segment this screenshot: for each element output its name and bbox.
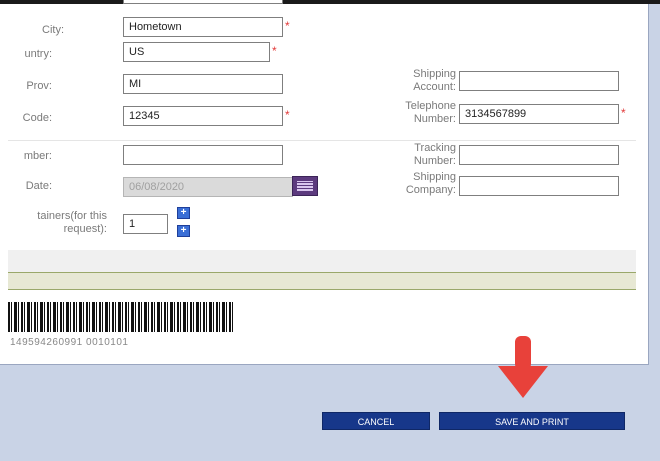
shipping-account-input[interactable] [459, 71, 619, 91]
telephone-label-line2: Number: [413, 113, 456, 125]
plus-icon-2[interactable]: + [177, 225, 190, 237]
shipping-company-label-line2: Company: [405, 184, 456, 196]
prov-label: Prov: [26, 80, 52, 92]
containers-input[interactable]: 1 [123, 214, 168, 234]
shipping-company-input[interactable] [459, 176, 619, 196]
plus-icon[interactable]: + [177, 207, 190, 219]
city-label: City: [42, 24, 64, 36]
postal-code-input[interactable]: 12345 [123, 106, 283, 126]
number-label: mber: [23, 150, 52, 162]
shipping-company-label-line1: Shipping [413, 171, 456, 183]
date-input: 06/08/2020 [123, 177, 293, 197]
tracking-label-line1: Tracking [414, 142, 456, 154]
containers-label-line1: tainers(for this [37, 210, 107, 222]
containers-label: tainers(for this request): [0, 210, 107, 236]
section-header-bar [8, 272, 636, 290]
country-label: untry: [24, 48, 52, 60]
barcode-image [8, 302, 234, 332]
city-input[interactable]: Hometown [123, 17, 283, 37]
prov-select[interactable]: MI [123, 74, 283, 94]
country-required-mark: * [272, 44, 277, 58]
shipping-company-label: Shipping Company: [370, 171, 456, 197]
save-and-print-button[interactable]: SAVE AND PRINT [439, 412, 625, 430]
form-panel: City: Hometown * untry: US * Prov: MI Co… [0, 0, 649, 365]
code-required-mark: * [285, 108, 290, 122]
tracking-number-input[interactable] [459, 145, 619, 165]
date-label: Date: [25, 180, 52, 192]
telephone-label: Telephone Number: [370, 100, 456, 126]
telephone-input[interactable]: 3134567899 [459, 104, 619, 124]
shipping-account-label: Shipping Account: [370, 68, 456, 94]
country-input[interactable]: US [123, 42, 270, 62]
barcode-text: 149594260991 0010101 [10, 337, 129, 348]
arrow-down-icon [498, 336, 548, 398]
calendar-icon[interactable] [292, 176, 318, 196]
containers-label-line2: request): [63, 223, 107, 235]
telephone-required-mark: * [621, 106, 626, 120]
number-input[interactable] [123, 145, 283, 165]
shipping-account-label-line1: Shipping [413, 68, 456, 80]
tracking-label-line2: Number: [413, 155, 456, 167]
partial-top-input[interactable] [123, 0, 283, 4]
section-band [8, 250, 636, 272]
postal-code-label: Code: [22, 112, 52, 124]
cancel-button[interactable]: CANCEL [322, 412, 430, 430]
tracking-label: Tracking Number: [370, 142, 456, 168]
city-required-mark: * [285, 19, 290, 33]
shipping-account-label-line2: Account: [413, 81, 456, 93]
telephone-label-line1: Telephone [405, 100, 456, 112]
section-divider [8, 140, 636, 141]
